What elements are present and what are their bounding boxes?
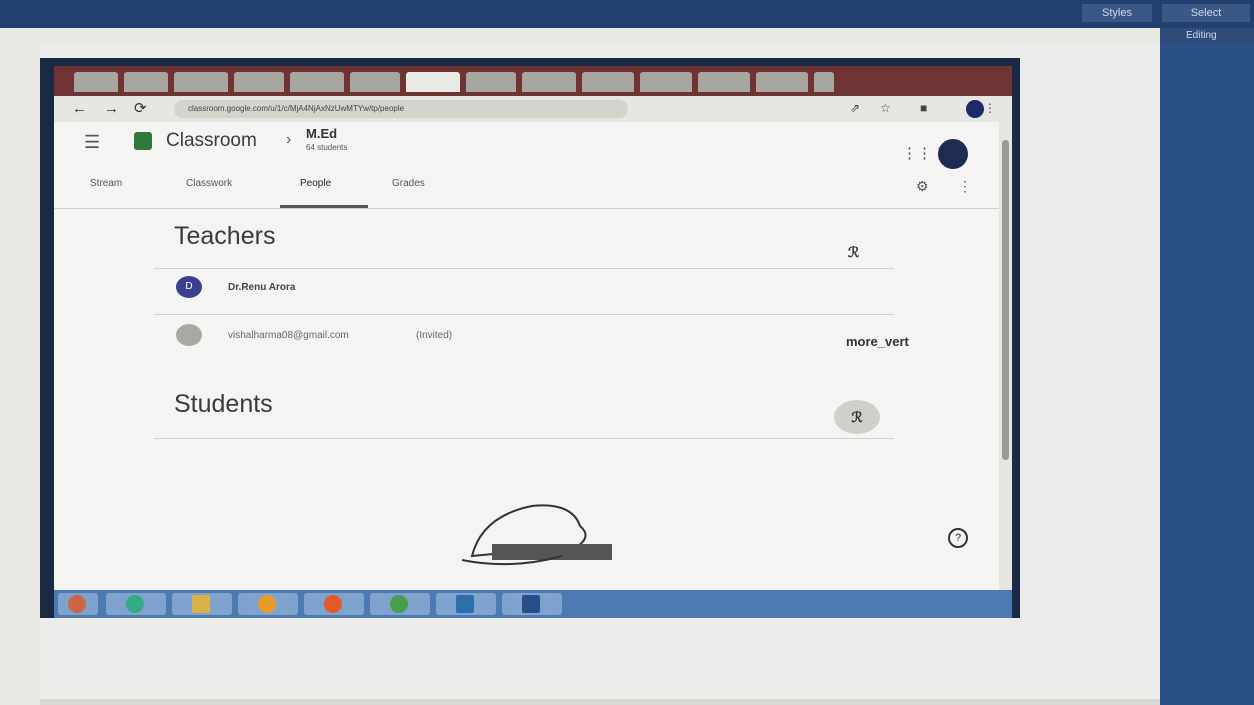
word-right-panel [1160, 44, 1254, 705]
word-left-margin [0, 44, 40, 705]
word-ribbon: Styles Select [0, 0, 1254, 28]
tab-stream[interactable]: Stream [90, 178, 122, 189]
styles-button[interactable]: Styles [1082, 4, 1152, 22]
chevron-right-icon: › [286, 131, 292, 148]
taskbar-item[interactable] [106, 593, 166, 615]
class-name[interactable]: M.Ed [306, 126, 337, 141]
editing-group-label: Editing [1186, 30, 1217, 41]
browser-tab[interactable] [640, 72, 692, 92]
browser-tab[interactable] [234, 72, 284, 92]
browser-tab[interactable] [756, 72, 808, 92]
back-icon[interactable]: ← [72, 100, 87, 118]
extension-icon[interactable]: ■ [920, 101, 927, 115]
browser-tab[interactable] [74, 72, 118, 92]
taskbar-item[interactable] [502, 593, 562, 615]
more-vert-icon[interactable]: ⋮ [958, 178, 972, 195]
taskbar-item[interactable] [304, 593, 364, 615]
browser-tab[interactable] [582, 72, 634, 92]
divider [154, 268, 894, 269]
browser-tab[interactable] [466, 72, 516, 92]
settings-gear-icon[interactable]: ⚙ [916, 178, 929, 195]
invited-email[interactable]: vishalharma08@gmail.com [228, 330, 349, 341]
browser-tab-strip [54, 66, 1012, 96]
empty-state-illustration [461, 504, 612, 566]
classroom-page: ☰ Classroom › M.Ed 64 students ⋮⋮⋮ Strea… [54, 122, 999, 604]
browser-tab[interactable] [522, 72, 576, 92]
word-ruler [0, 28, 1160, 45]
picture-icon [456, 595, 474, 613]
media-icon [258, 595, 276, 613]
reload-icon[interactable]: ⟳ [134, 100, 147, 118]
taskbar-item[interactable] [238, 593, 298, 615]
help-icon[interactable]: ? [948, 528, 968, 548]
app-icon [522, 595, 540, 613]
star-icon[interactable]: ☆ [880, 101, 891, 115]
account-avatar[interactable] [938, 139, 968, 169]
app-title[interactable]: Classroom [166, 130, 257, 152]
browser-tab-active[interactable] [406, 72, 460, 92]
teacher-name[interactable]: Dr.Renu Arora [228, 282, 295, 293]
class-tabs: Stream Classwork People Grades ⚙ ⋮ [54, 170, 999, 209]
chrome-icon [390, 595, 408, 613]
new-tab-button[interactable] [814, 72, 834, 92]
browser-tab[interactable] [174, 72, 228, 92]
divider [154, 314, 894, 315]
more-vert-button[interactable]: more_vert [846, 334, 909, 349]
profile-icon[interactable] [966, 100, 984, 118]
classroom-logo-icon [134, 132, 152, 150]
app-icon [126, 595, 144, 613]
tab-indicator [280, 205, 368, 208]
forward-icon[interactable]: → [104, 100, 119, 118]
firefox-icon [324, 595, 342, 613]
browser-tab[interactable] [698, 72, 750, 92]
scrollbar[interactable] [999, 122, 1012, 604]
address-bar-row: ← → ⟳ classroom.google.com/u/1/c/MjA4NjA… [54, 96, 1012, 122]
teachers-heading: Teachers [174, 222, 276, 250]
class-subtitle: 64 students [306, 143, 348, 152]
teacher-avatar: D [176, 276, 202, 298]
tab-people[interactable]: People [300, 178, 331, 189]
invited-tag: (Invited) [416, 330, 453, 341]
browser-tab[interactable] [350, 72, 400, 92]
start-button[interactable] [58, 593, 98, 615]
invite-students-button[interactable]: ℛ [834, 400, 880, 434]
select-button[interactable]: Select [1162, 4, 1250, 22]
scrollbar-thumb[interactable] [1002, 140, 1009, 460]
invited-avatar [176, 324, 202, 346]
word-editing-group: Editing [1160, 28, 1254, 44]
pasted-screenshot: ← → ⟳ classroom.google.com/u/1/c/MjA4NjA… [40, 58, 1020, 618]
taskbar-item[interactable] [172, 593, 232, 615]
hamburger-icon[interactable]: ☰ [84, 132, 100, 153]
browser-tab[interactable] [124, 72, 168, 92]
divider [154, 438, 894, 439]
invite-teacher-icon[interactable]: ℛ [848, 244, 859, 261]
url-field[interactable]: classroom.google.com/u/1/c/MjA4NjAxNzUwM… [174, 100, 628, 118]
share-icon[interactable]: ⇗ [850, 101, 860, 115]
browser-tab[interactable] [290, 72, 344, 92]
windows-logo-icon [68, 595, 86, 613]
windows-taskbar [54, 590, 1012, 618]
taskbar-item[interactable] [436, 593, 496, 615]
students-heading: Students [174, 390, 273, 418]
folder-icon [192, 595, 210, 613]
tab-grades[interactable]: Grades [392, 178, 425, 189]
taskbar-item[interactable] [370, 593, 430, 615]
tab-classwork[interactable]: Classwork [186, 178, 232, 189]
menu-icon[interactable]: ⋮ [984, 101, 996, 115]
